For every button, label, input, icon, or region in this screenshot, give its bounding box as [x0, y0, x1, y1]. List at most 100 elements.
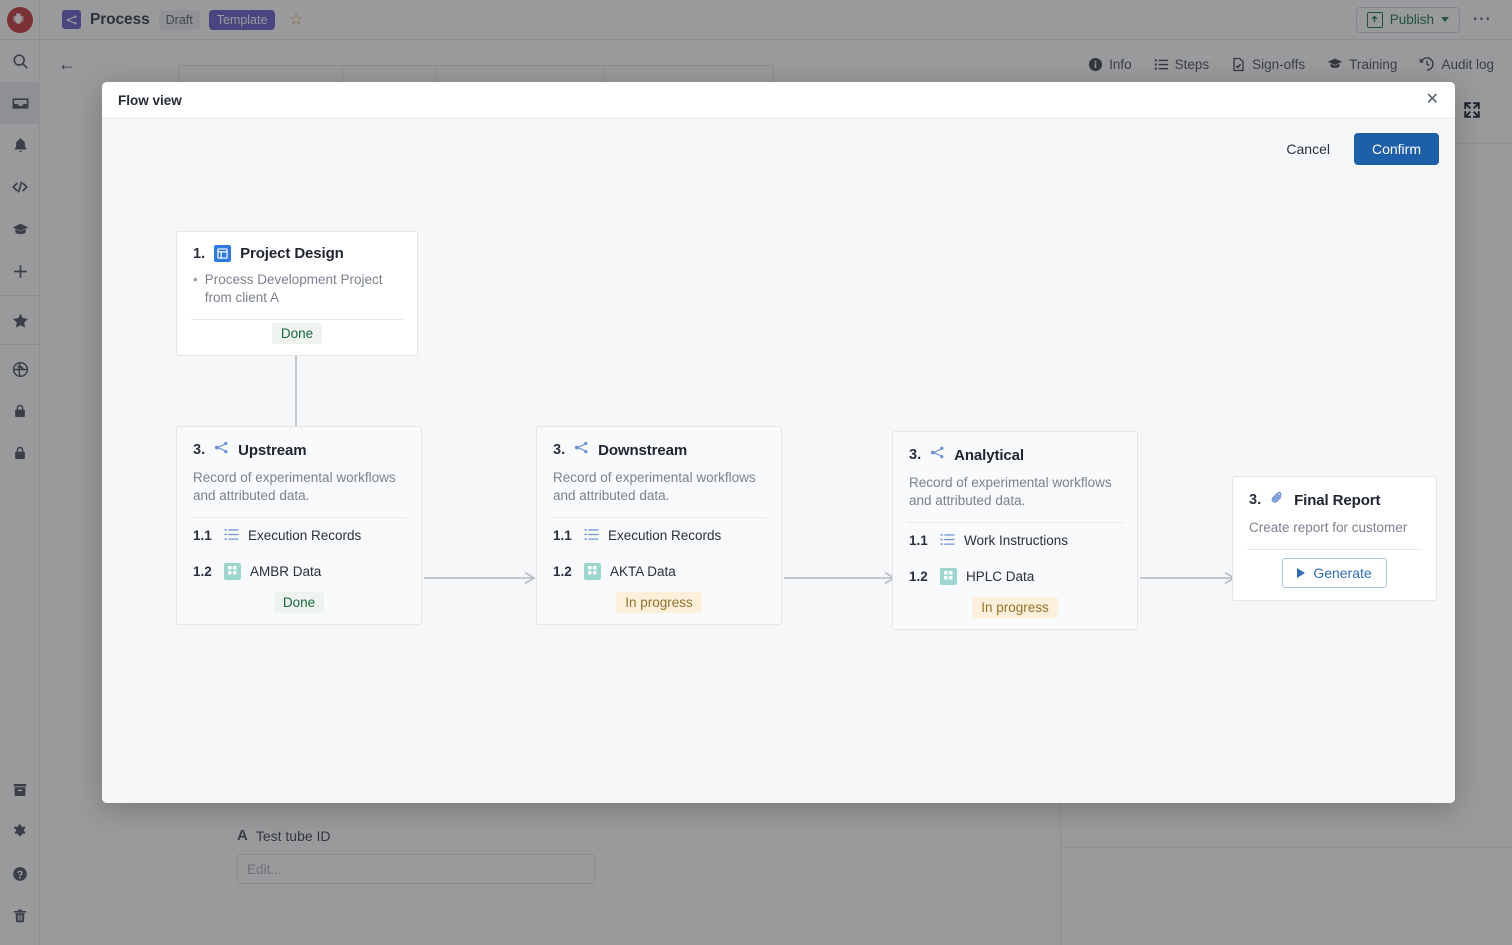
subitem-number: 1.1 [193, 528, 212, 544]
rail-item-notifications[interactable] [0, 124, 40, 166]
card-description-text: Process Development Project from client … [204, 272, 383, 305]
rail-item-archive[interactable] [0, 769, 40, 811]
rail-item-inbox[interactable] [0, 82, 40, 124]
draft-status-chip: Draft [158, 9, 200, 30]
card-description: Create report for customer [1249, 520, 1408, 535]
card-subitem[interactable]: 1.2 HPLC Data [893, 559, 1137, 594]
card-title: Downstream [598, 441, 688, 459]
rail-item-code[interactable] [0, 166, 40, 208]
card-number: 1. [193, 245, 206, 262]
table-grid-icon [940, 567, 957, 585]
rail-item-locked-a[interactable] [0, 390, 40, 432]
rail-item-search[interactable] [0, 40, 40, 82]
top-bar-actions: Publish ⋯ [1355, 6, 1512, 33]
rail-item-locked-b[interactable] [0, 432, 40, 474]
page-title: Process [90, 10, 150, 28]
expand-fullscreen-icon[interactable] [1462, 100, 1482, 125]
card-subitem[interactable]: 1.1 Work Instructions [893, 523, 1137, 559]
card-status-wrap: In progress [537, 589, 781, 624]
list-checklist-icon [224, 527, 239, 545]
document-tab-group: Info Steps Sign-offs Training Audit log [1088, 56, 1512, 72]
card-status-wrap: In progress [893, 594, 1137, 629]
flow-card-downstream[interactable]: 3. Downstream Record of experimental wor… [536, 426, 782, 625]
card-description: • Process Development Project from clien… [177, 271, 417, 319]
card-number: 3. [1249, 492, 1262, 508]
layout-panel-icon [214, 245, 232, 262]
flow-card-project-design[interactable]: 1. Project Design • Process Development … [176, 231, 418, 356]
test-tube-id-input[interactable]: Edit... [237, 854, 595, 884]
tab-signoffs-label: Sign-offs [1252, 56, 1306, 72]
flow-view-modal: Flow view ✕ Cancel Confirm 1. Project De… [102, 82, 1455, 803]
template-badge: Template [208, 9, 276, 30]
card-subitem[interactable]: 1.2 AKTA Data [537, 554, 781, 589]
card-header: 3. Analytical [893, 432, 1137, 474]
card-header: 1. Project Design [177, 232, 417, 271]
back-arrow-icon[interactable]: ← [58, 55, 76, 73]
tab-auditlog[interactable]: Audit log [1419, 56, 1494, 72]
card-number: 3. [193, 442, 206, 458]
tab-signoffs[interactable]: Sign-offs [1231, 57, 1305, 72]
card-description: Record of experimental workflows and att… [193, 470, 396, 503]
rail-divider-2 [0, 344, 39, 345]
card-subitem[interactable]: 1.1 Execution Records [537, 518, 781, 554]
rail-divider [0, 295, 39, 296]
top-bar: Process Draft Template ☆ Publish ⋯ [0, 0, 1512, 40]
publish-button[interactable]: Publish [1355, 6, 1460, 33]
training-cap-icon [1328, 58, 1343, 68]
sign-offs-doc-icon [1233, 57, 1244, 71]
subitem-label: Execution Records [248, 528, 362, 544]
flow-node-icon [214, 440, 229, 460]
play-icon [1297, 567, 1306, 578]
cancel-button[interactable]: Cancel [1276, 135, 1340, 163]
list-checklist-icon [940, 532, 955, 550]
table-grid-icon [224, 562, 241, 580]
card-title: Project Design [240, 245, 344, 262]
status-badge: Done [271, 322, 323, 344]
rail-item-add[interactable] [0, 250, 40, 292]
flow-node-icon [62, 10, 81, 29]
flow-node-icon [574, 440, 589, 460]
left-rail [0, 40, 40, 945]
rail-item-favorites[interactable] [0, 299, 40, 341]
status-badge: In progress [616, 591, 702, 613]
generate-button[interactable]: Generate [1282, 557, 1387, 588]
modal-header: Flow view ✕ [102, 82, 1455, 119]
close-icon[interactable]: ✕ [1426, 92, 1439, 108]
subitem-label: HPLC Data [966, 568, 1035, 584]
rail-item-settings[interactable] [0, 811, 40, 853]
tab-steps[interactable]: Steps [1154, 57, 1209, 72]
card-title: Final Report [1294, 491, 1381, 509]
card-status-wrap: Done [177, 320, 417, 355]
flow-card-upstream[interactable]: 3. Upstream Record of experimental workf… [176, 426, 422, 625]
rail-item-help[interactable] [0, 853, 40, 895]
status-badge: Done [273, 591, 325, 613]
tab-training-label: Training [1349, 56, 1398, 72]
app-root: Process Draft Template ☆ Publish ⋯ ← Inf… [0, 0, 1512, 945]
subitem-label: AKTA Data [610, 563, 676, 579]
test-tube-id-field-block: A Test tube ID Edit... [237, 827, 597, 884]
flow-canvas[interactable]: 1. Project Design • Process Development … [102, 179, 1455, 803]
bullet-dot-icon: • [193, 272, 198, 287]
flow-card-analytical[interactable]: 3. Analytical Record of experimental wor… [892, 431, 1138, 630]
rail-item-trash[interactable] [0, 895, 40, 937]
paperclip-icon [1270, 490, 1285, 510]
card-subitem[interactable]: 1.1 Execution Records [177, 518, 421, 554]
card-header: 3. Upstream [177, 427, 421, 469]
card-header: 3. Final Report [1233, 477, 1436, 519]
confirm-button[interactable]: Confirm [1353, 133, 1439, 165]
flow-node-icon [930, 445, 945, 465]
tab-info[interactable]: Info [1088, 57, 1132, 72]
subitem-number: 1.2 [909, 568, 928, 584]
rail-item-global[interactable] [0, 348, 40, 390]
ellipsis-icon[interactable]: ⋯ [1466, 10, 1498, 29]
flow-card-final-report[interactable]: 3. Final Report Create report for custom… [1232, 476, 1437, 601]
status-badge: In progress [972, 596, 1058, 618]
star-outline-icon[interactable]: ☆ [288, 11, 303, 28]
subitem-number: 1.1 [909, 533, 928, 549]
card-header: 3. Downstream [537, 427, 781, 469]
card-subitem[interactable]: 1.2 AMBR Data [177, 554, 421, 589]
connector-upstream-to-downstream [424, 571, 540, 585]
tab-training[interactable]: Training [1327, 56, 1397, 72]
rail-item-training[interactable] [0, 208, 40, 250]
app-logo[interactable] [0, 0, 40, 40]
